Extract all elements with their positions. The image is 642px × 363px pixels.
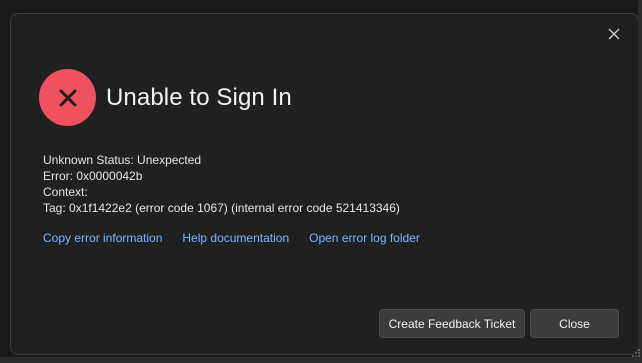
help-documentation-link[interactable]: Help documentation bbox=[182, 231, 289, 245]
sign-in-error-dialog: Unable to Sign In Unknown Status: Unexpe… bbox=[10, 13, 639, 355]
tag-line: Tag: 0x1f1422e2 (error code 1067) (inter… bbox=[43, 200, 400, 216]
context-line: Context: bbox=[43, 184, 400, 200]
open-error-log-link[interactable]: Open error log folder bbox=[309, 231, 420, 245]
background-window-edge bbox=[638, 0, 642, 357]
create-feedback-ticket-button[interactable]: Create Feedback Ticket bbox=[379, 309, 525, 338]
status-line: Unknown Status: Unexpected bbox=[43, 152, 400, 168]
error-x-icon bbox=[39, 69, 96, 126]
copy-error-link[interactable]: Copy error information bbox=[43, 231, 162, 245]
close-icon[interactable] bbox=[606, 26, 622, 42]
close-button[interactable]: Close bbox=[530, 309, 619, 338]
error-code-line: Error: 0x0000042b bbox=[43, 168, 400, 184]
dialog-header: Unable to Sign In bbox=[39, 69, 292, 126]
help-links: Copy error information Help documentatio… bbox=[43, 231, 440, 245]
error-details: Unknown Status: Unexpected Error: 0x0000… bbox=[43, 152, 400, 216]
resize-grip-icon[interactable] bbox=[631, 345, 641, 355]
dialog-title: Unable to Sign In bbox=[106, 84, 292, 112]
